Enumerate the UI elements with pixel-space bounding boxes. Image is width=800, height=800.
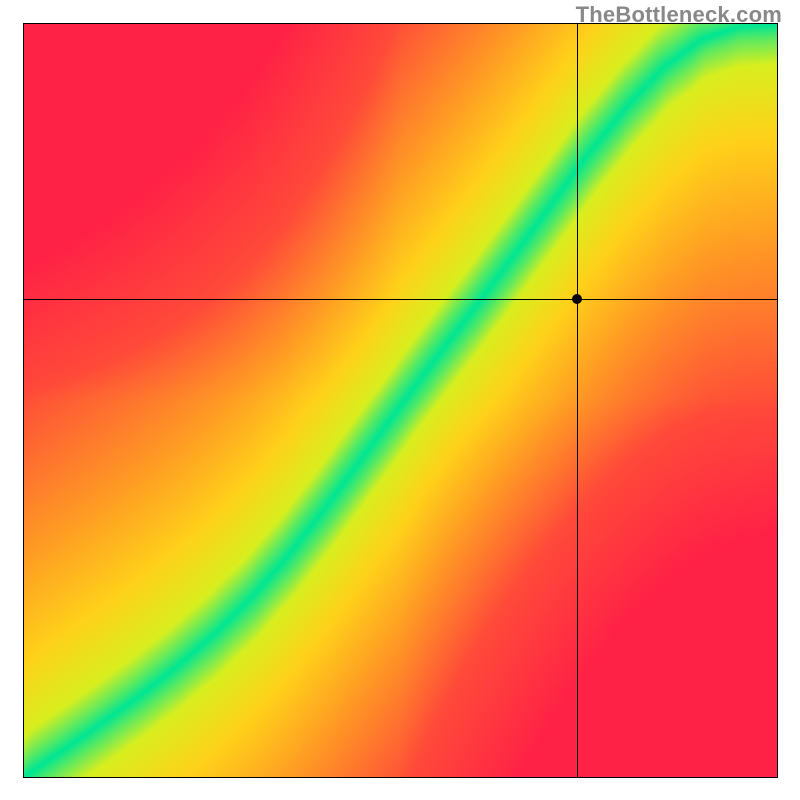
- crosshair-horizontal: [24, 299, 777, 300]
- chart-stage: TheBottleneck.com: [0, 0, 800, 800]
- heatmap-canvas: [24, 24, 777, 777]
- crosshair-vertical: [577, 24, 578, 777]
- plot-area: [23, 23, 778, 778]
- watermark-text: TheBottleneck.com: [576, 2, 782, 28]
- marker-dot: [572, 294, 582, 304]
